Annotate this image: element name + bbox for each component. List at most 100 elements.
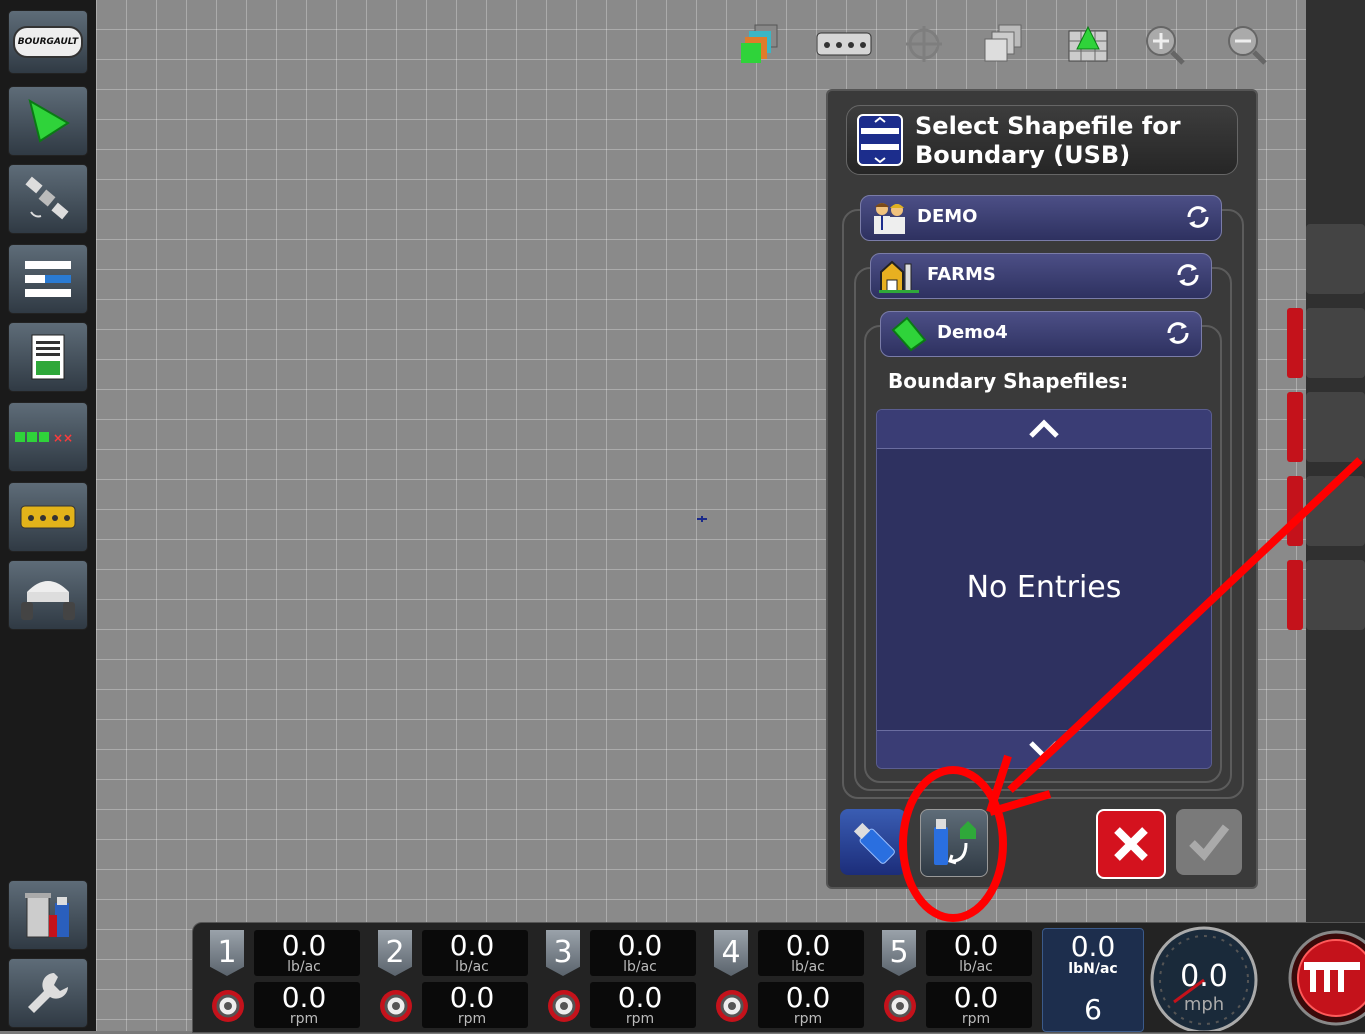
gear-icon [884,990,916,1022]
section-2-panel[interactable]: 2 0.0 lb/ac 0.0 rpm [368,928,530,1030]
rate-unit: lb/ac [623,959,657,975]
section-status-icon: ×× [15,431,73,445]
section-4-panel[interactable]: 4 0.0 lb/ac 0.0 rpm [704,928,866,1030]
brand-logo-button[interactable]: BOURGAULT [8,10,88,74]
seeder-icon [20,505,76,529]
rate-value: 0.0 [953,929,999,962]
rate-unit: lb/ac [959,959,993,975]
dialog-title: Select Shapefile for Boundary (USB) [915,112,1181,169]
speed-unit: rpm [793,1011,823,1027]
master-switch-icon [1288,930,1365,1026]
satellite-icon [25,176,69,220]
annotation-overlay [899,457,1363,922]
layers-button[interactable] [736,20,784,68]
barn-icon [879,260,919,293]
right-panel-button-1[interactable] [1306,224,1365,294]
file-list-icon [857,114,903,166]
dialog-header: Select Shapefile for Boundary (USB) [846,105,1238,175]
center-map-button[interactable] [900,20,948,68]
rate-value: 0.0 [617,929,663,962]
gear-icon [212,990,244,1022]
implement-setup-button[interactable] [8,244,88,314]
speedometer: 0.0 mph [1148,922,1260,1031]
section-number-badge: 1 [210,930,244,976]
svg-text:××: ×× [53,431,73,445]
section-control-button[interactable]: ×× [8,402,88,472]
section-3-panel[interactable]: 3 0.0 lb/ac 0.0 rpm [536,928,698,1030]
summary-panel[interactable]: 0.0 lbN/ac 6 [1042,928,1144,1032]
implement-view-button[interactable] [814,20,874,68]
tank-cart-icon [21,581,75,620]
section-number-badge: 5 [882,930,916,976]
color-layers-icon [741,24,778,63]
right-panel-button-2[interactable] [1306,308,1365,378]
farm-selector[interactable]: FARMS [870,253,1212,299]
chevron-up-icon [1029,419,1059,438]
vehicle-button[interactable] [8,560,88,630]
summary-count: 6 [1084,993,1102,1026]
gear-icon [716,990,748,1022]
left-sidebar: BOURGAULT ×× [0,0,96,1031]
guidance-button[interactable] [8,86,88,156]
speed-unit: mph [1183,994,1225,1015]
refresh-icon[interactable] [1183,202,1213,232]
section-5-panel[interactable]: 5 0.0 lb/ac 0.0 rpm [872,928,1034,1030]
rate-unit: lb/ac [791,959,825,975]
client-label: DEMO [917,206,978,227]
speed-unit: rpm [961,1011,991,1027]
zoom-in-icon [1146,26,1185,65]
brand-logo-text: BOURGAULT [17,37,79,47]
refresh-icon[interactable] [1163,318,1193,348]
summary-unit: lbN/ac [1068,961,1118,977]
rate-control-button[interactable] [8,482,88,552]
gps-button[interactable] [8,164,88,234]
speed-value: 0.0 [1180,959,1228,994]
trash-usb-icon [25,893,69,938]
speed-value: 0.0 [281,981,327,1014]
crosshair-icon [906,26,942,62]
field-grid-icon [1068,25,1108,62]
refresh-icon[interactable] [1173,260,1203,290]
field-selector[interactable]: Demo4 [880,311,1202,357]
data-transfer-button[interactable] [8,880,88,950]
section-number-badge: 2 [378,930,412,976]
zoom-out-icon [1228,26,1267,65]
gear-icon [548,990,580,1022]
field-view-button[interactable] [1064,20,1112,68]
implement-icon [816,32,872,56]
speed-value: 0.0 [617,981,663,1014]
farm-label: FARMS [927,264,996,285]
list-bars-icon [25,261,71,297]
summary-value: 0.0 [1070,930,1116,963]
rate-unit: lb/ac [455,959,489,975]
speed-value: 0.0 [449,981,495,1014]
speed-value: 0.0 [785,981,831,1014]
people-icon [874,203,905,234]
zoom-in-button[interactable] [1140,20,1188,68]
speed-unit: rpm [625,1011,655,1027]
client-selector[interactable]: DEMO [860,195,1222,241]
field-label: Demo4 [937,322,1008,343]
rate-value: 0.0 [449,929,495,962]
speed-unit: rpm [457,1011,487,1027]
wrench-icon [28,973,68,1013]
annotation-circle [899,766,1007,922]
guidance-arrow-icon [28,98,70,143]
view-mode-button[interactable] [980,20,1028,68]
right-panel-tab-1[interactable] [1287,308,1303,378]
speed-value: 0.0 [953,981,999,1014]
settings-button[interactable] [8,958,88,1028]
rate-value: 0.0 [281,929,327,962]
annotation-arrow [1007,457,1363,793]
report-button[interactable] [8,322,88,392]
rate-unit: lb/ac [287,959,321,975]
section-title: Boundary Shapefiles: [888,369,1129,393]
section-1-panel[interactable]: 1 0.0 lb/ac 0.0 rpm [200,928,362,1030]
document-icon [31,334,65,380]
gear-icon [380,990,412,1022]
brand-logo: BOURGAULT [13,26,83,58]
zoom-out-button[interactable] [1222,20,1270,68]
section-number-badge: 3 [546,930,580,976]
master-switch-button[interactable] [1286,926,1365,1030]
vehicle-marker-icon [697,516,707,522]
